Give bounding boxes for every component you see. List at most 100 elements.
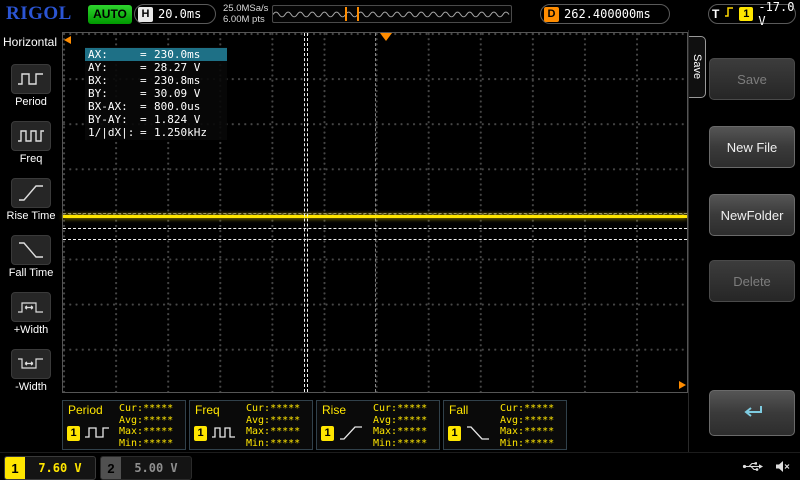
trigger-level-value: -17.0 V	[758, 0, 794, 28]
measurement-name: Freq	[195, 403, 220, 417]
measurement-stat: Cur:*****	[246, 403, 300, 415]
preview-window-left-marker[interactable]	[345, 7, 347, 21]
trigger-position-marker[interactable]	[380, 33, 392, 41]
sidebar-item-label: +Width	[14, 325, 49, 336]
measurement-stat: Cur:*****	[119, 403, 173, 415]
measurement-stat: Min:*****	[246, 438, 300, 450]
equals-sign: =	[140, 87, 154, 100]
equals-sign: =	[140, 126, 154, 139]
new-folder-button[interactable]: NewFolder	[709, 194, 795, 236]
cursor-readout-box: AX: = 230.0ms AY: = 28.27 V BX: = 230.8m…	[85, 47, 227, 140]
center-horizontal-gridline	[63, 213, 687, 214]
cursor-row-label: BY:	[88, 87, 140, 100]
cursor-a-vertical-line[interactable]	[304, 33, 305, 392]
period-icon	[84, 424, 110, 447]
cursor-row-label: AY:	[88, 61, 140, 74]
measurement-stat: Min:*****	[373, 438, 427, 450]
sample-rate-value: 25.0MSa/s	[223, 3, 268, 14]
cursor-a-horizontal-line[interactable]	[63, 228, 687, 229]
new-file-button[interactable]: New File	[709, 126, 795, 168]
rise-time-icon	[11, 178, 51, 208]
measurement-panel-fall: Fall 1 Cur:***** Avg:***** Max:***** Min…	[443, 400, 567, 450]
measurement-stat: Avg:*****	[500, 415, 554, 427]
cursor-row-value: 230.0ms	[154, 48, 224, 61]
cursor-row-bx: BX: = 230.8ms	[85, 74, 227, 87]
cursor-b-vertical-line[interactable]	[307, 33, 308, 392]
sidebar-item-label: Freq	[20, 154, 43, 165]
cursor-row-value: 30.09 V	[154, 87, 224, 100]
channel-badge: 1	[194, 426, 207, 441]
speaker-muted-icon[interactable]	[775, 460, 790, 478]
timebase-value: 20.0ms	[158, 7, 201, 21]
cursor-row-value: 1.250kHz	[154, 126, 224, 139]
channel2-badge: 2	[101, 457, 121, 479]
delete-button[interactable]: Delete	[709, 260, 795, 302]
channel1-scale: 7.60 V	[25, 461, 95, 475]
minus-width-icon	[11, 349, 51, 379]
plus-width-icon	[11, 292, 51, 322]
measurement-stats: Cur:***** Avg:***** Max:***** Min:*****	[373, 403, 427, 449]
memory-depth-value: 6.00M pts	[223, 14, 268, 25]
equals-sign: =	[140, 100, 154, 113]
trigger-group[interactable]: T 1 -17.0 V	[708, 4, 796, 24]
cursor-row-ax: AX: = 230.0ms	[85, 48, 227, 61]
measurement-stat: Avg:*****	[119, 415, 173, 427]
delay-value: 262.400000ms	[564, 7, 651, 21]
channel2-status[interactable]: 2 5.00 V	[100, 456, 192, 480]
sidebar-item-fall-time[interactable]: Fall Time	[9, 235, 54, 279]
run-status-badge[interactable]: AUTO	[88, 5, 132, 24]
measurement-stats: Cur:***** Avg:***** Max:***** Min:*****	[500, 403, 554, 449]
trigger-channel-badge: 1	[739, 7, 753, 21]
measurement-stat: Max:*****	[246, 426, 300, 438]
measurement-stat: Max:*****	[500, 426, 554, 438]
sidebar-item-rise-time[interactable]: Rise Time	[7, 178, 56, 222]
measurement-stat: Max:*****	[373, 426, 427, 438]
return-button[interactable]	[709, 390, 795, 436]
channel1-status[interactable]: 1 7.60 V	[4, 456, 96, 480]
measurement-stat: Max:*****	[119, 426, 173, 438]
cursor-b-horizontal-line[interactable]	[63, 239, 687, 240]
cursor-row-label: AX:	[88, 48, 140, 61]
graticule: AX: = 230.0ms AY: = 28.27 V BX: = 230.8m…	[62, 32, 688, 393]
cursor-row-by: BY: = 30.09 V	[85, 87, 227, 100]
cursor-row-label: BY-AY:	[88, 113, 140, 126]
horizontal-measure-sidebar: Horizontal Period Freq Rise Time Fall Ti…	[0, 30, 62, 452]
sidebar-item-plus-width[interactable]: +Width	[11, 292, 51, 336]
measurement-name: Fall	[449, 403, 468, 417]
offscreen-left-marker	[64, 36, 71, 44]
measurement-stat: Avg:*****	[373, 415, 427, 427]
cursor-row-value: 800.0us	[154, 100, 224, 113]
oscilloscope-screen: RIGOL AUTO H 20.0ms 25.0MSa/s 6.00M pts …	[0, 0, 800, 480]
horizontal-scale-group[interactable]: H 20.0ms	[134, 4, 216, 24]
sidebar-item-minus-width[interactable]: -Width	[11, 349, 51, 393]
measurement-name: Rise	[322, 403, 346, 417]
equals-sign: =	[140, 74, 154, 87]
cursor-row-value: 1.824 V	[154, 113, 224, 126]
delay-group[interactable]: D 262.400000ms	[540, 4, 670, 24]
rigol-logo: RIGOL	[6, 3, 72, 25]
rise-icon	[338, 424, 364, 447]
measurement-panel-period: Period 1 Cur:***** Avg:***** Max:***** M…	[62, 400, 186, 450]
menu-tab-save[interactable]: Save	[689, 36, 706, 98]
sidebar-item-label: Fall Time	[9, 268, 54, 279]
cursor-row-ay: AY: = 28.27 V	[85, 61, 227, 74]
cursor-row-label: BX:	[88, 74, 140, 87]
status-bar: 1 7.60 V 2 5.00 V	[0, 452, 800, 480]
waveform-preview[interactable]	[272, 5, 512, 23]
horizontal-icon: H	[138, 7, 153, 22]
measurement-stat: Min:*****	[119, 438, 173, 450]
preview-waveform-icon	[273, 6, 511, 22]
sidebar-title: Horizontal	[0, 30, 57, 51]
preview-window-right-marker[interactable]	[357, 7, 359, 21]
sidebar-item-period[interactable]: Period	[11, 64, 51, 108]
trigger-label: T	[712, 7, 719, 21]
channel-badge: 1	[448, 426, 461, 441]
measurement-stats: Cur:***** Avg:***** Max:***** Min:*****	[119, 403, 173, 449]
top-bar: RIGOL AUTO H 20.0ms 25.0MSa/s 6.00M pts …	[0, 0, 800, 30]
measurement-strip: Period 1 Cur:***** Avg:***** Max:***** M…	[62, 400, 574, 452]
cursor-row-label: 1/|dX|:	[88, 126, 140, 139]
channel-badge: 1	[67, 426, 80, 441]
freq-icon	[211, 424, 237, 447]
sidebar-item-freq[interactable]: Freq	[11, 121, 51, 165]
save-button[interactable]: Save	[709, 58, 795, 100]
